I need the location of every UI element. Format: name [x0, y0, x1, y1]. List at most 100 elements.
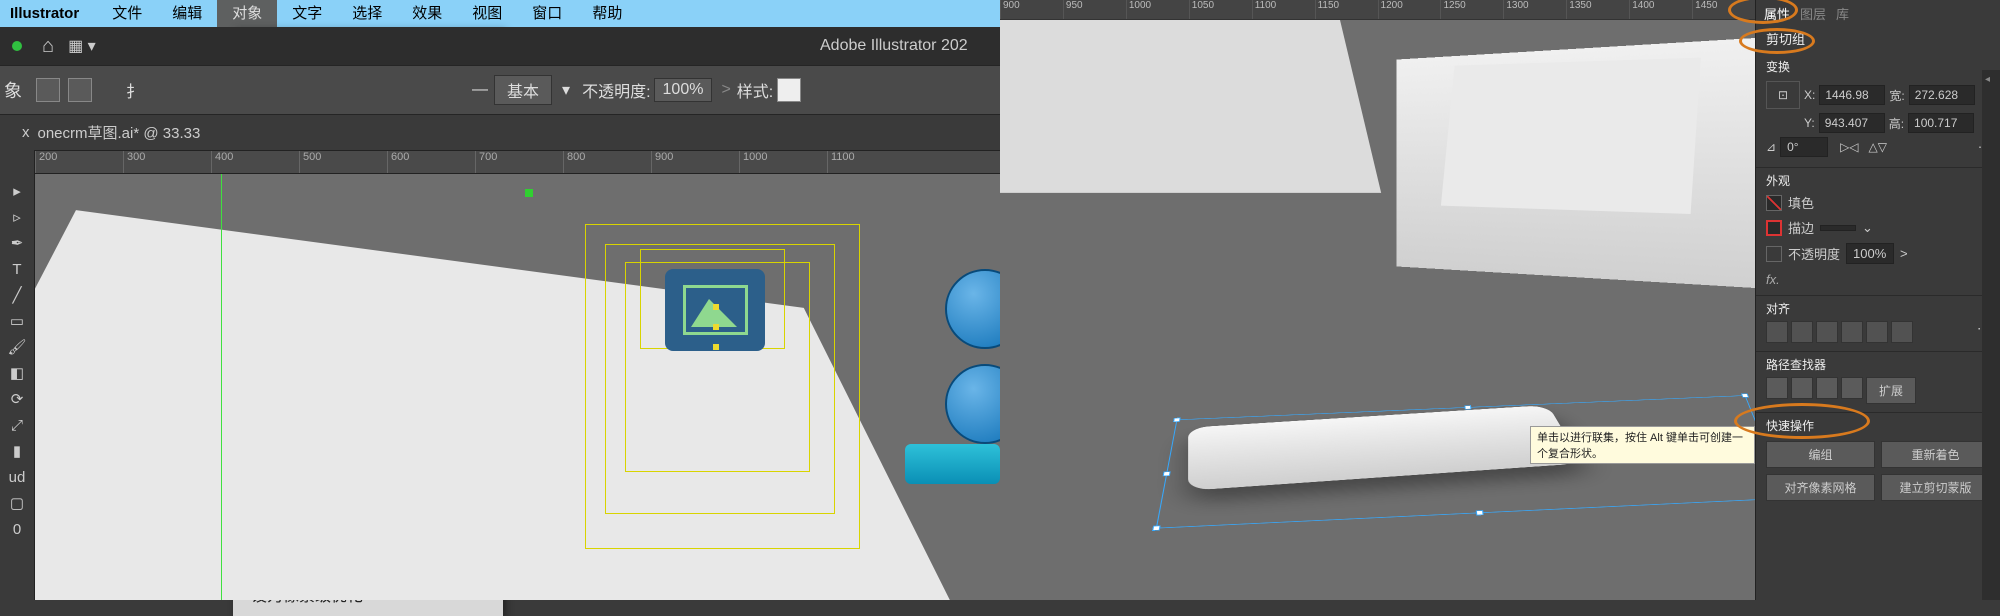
ruler-horizontal-left[interactable]: 20030040050060070080090010001100	[35, 150, 1000, 174]
zoom-tool[interactable]: 0	[5, 518, 29, 542]
w-field[interactable]: 272.628	[1909, 85, 1975, 105]
menu-view[interactable]: 视图	[457, 0, 517, 27]
pixel-align-button[interactable]: 对齐像素网格	[1766, 474, 1875, 501]
selection-handle[interactable]	[713, 324, 719, 330]
menu-type[interactable]: 文字	[277, 0, 337, 27]
align-right-icon[interactable]	[1816, 321, 1838, 343]
flip-h-icon[interactable]: ▷◁	[1840, 140, 1858, 154]
style-label: 样式:	[737, 78, 773, 102]
section-heading: 快速操作	[1766, 417, 1990, 434]
align-hcenter-icon[interactable]	[1791, 321, 1813, 343]
window-chrome: ⌂ ▦ ▾ Adobe Illustrator 202	[0, 27, 1000, 65]
align-bottom-icon[interactable]	[1891, 321, 1913, 343]
menu-edit[interactable]: 编辑	[157, 0, 217, 27]
selection-handle[interactable]	[1476, 510, 1484, 515]
h-field[interactable]: 100.717	[1908, 113, 1974, 133]
selection-handle[interactable]	[713, 304, 719, 310]
menu-window[interactable]: 窗口	[517, 0, 577, 27]
opacity-label: 不透明度:	[582, 78, 650, 102]
gradient-tool[interactable]: ▮	[5, 440, 29, 464]
opacity-swatch-icon[interactable]	[1766, 246, 1782, 262]
pathfinder-intersect-icon[interactable]	[1816, 377, 1838, 399]
pathfinder-exclude-icon[interactable]	[1841, 377, 1863, 399]
tab-layers[interactable]: 图层	[1800, 4, 1826, 23]
rectangle-tool[interactable]: ▭	[5, 310, 29, 334]
close-tab-icon[interactable]: x	[22, 124, 30, 141]
opacity-value[interactable]: 100%	[654, 78, 713, 102]
make-clipping-mask-button[interactable]: 建立剪切蒙版	[1881, 474, 1990, 501]
menu-file[interactable]: 文件	[97, 0, 157, 27]
type-tool[interactable]: T	[5, 258, 29, 282]
char-a-label: 象	[4, 77, 22, 103]
brush-tool[interactable]: 🖌	[5, 336, 29, 360]
line-tool[interactable]: ╱	[5, 284, 29, 308]
tab-properties[interactable]: 属性	[1764, 4, 1790, 23]
anchor-point[interactable]	[525, 189, 533, 197]
group-button[interactable]: 编组	[1766, 441, 1875, 468]
rotate-tool[interactable]: ⟳	[5, 388, 29, 412]
pathfinder-unite-icon[interactable]	[1766, 377, 1788, 399]
selection-handle[interactable]	[1152, 525, 1161, 530]
traffic-light-green[interactable]	[12, 41, 22, 51]
y-field[interactable]: 943.407	[1819, 113, 1885, 133]
fx-label[interactable]: fx.	[1766, 272, 1990, 287]
eyedropper-tool[interactable]: ud	[5, 466, 29, 490]
selection-handle[interactable]	[1741, 393, 1749, 397]
fill-label: 填色	[1788, 193, 1814, 212]
pen-tool[interactable]: ✒	[5, 232, 29, 256]
opacity-label: 不透明度	[1788, 244, 1840, 263]
eraser-tool[interactable]: ◧	[5, 362, 29, 386]
align-left-icon[interactable]	[1766, 321, 1788, 343]
tools-panel: ▸ ▹ ✒ T ╱ ▭ 🖌 ◧ ⟳ ⤢ ▮ ud ▢ 0	[0, 150, 35, 600]
fill-swatch[interactable]	[1766, 195, 1782, 211]
selection-handle[interactable]	[1173, 418, 1181, 422]
reference-point-icon[interactable]: ⊡	[1766, 81, 1800, 109]
menu-help[interactable]: 帮助	[577, 0, 637, 27]
selection-handle[interactable]	[713, 344, 719, 350]
panel-tabs: 属性 图层 库	[1756, 0, 2000, 23]
scale-tool[interactable]: ⤢	[5, 414, 29, 438]
pathfinder-section: 路径查找器 扩展	[1756, 352, 2000, 413]
opacity-field[interactable]: 100%	[1846, 243, 1894, 264]
selection-handle[interactable]	[1464, 405, 1471, 409]
expand-button[interactable]: 扩展	[1866, 377, 1916, 404]
canvas-left[interactable]	[35, 174, 1000, 600]
fillstroke-icon[interactable]	[68, 78, 92, 102]
collapse-icon[interactable]: ◂	[1982, 74, 1993, 85]
stroke-weight-field[interactable]	[1820, 225, 1856, 231]
menu-object[interactable]: 对象	[217, 0, 277, 27]
rotate-field[interactable]: 0°	[1780, 137, 1828, 157]
blue-sphere	[945, 364, 1000, 444]
x-label: X:	[1804, 88, 1815, 102]
style-swatch[interactable]	[777, 78, 801, 102]
noswatch-icon[interactable]	[36, 78, 60, 102]
menu-select[interactable]: 选择	[337, 0, 397, 27]
pathfinder-minus-front-icon[interactable]	[1791, 377, 1813, 399]
align-top-icon[interactable]	[1841, 321, 1863, 343]
home-icon[interactable]: ⌂	[42, 35, 54, 58]
selection-tool[interactable]: ▸	[5, 180, 29, 204]
menu-effect[interactable]: 效果	[397, 0, 457, 27]
stroke-swatch[interactable]	[1766, 220, 1782, 236]
transform-section: 变换 ⊡ X:1446.98 宽:272.628 Y:943.407 高:100…	[1756, 54, 2000, 168]
document-tab-label[interactable]: onecrm草图.ai* @ 33.33	[38, 122, 201, 143]
x-field[interactable]: 1446.98	[1819, 85, 1885, 105]
canvas-right-3d[interactable]: 9009501000105011001150120012501300135014…	[1000, 0, 1755, 600]
dash-label: —	[472, 81, 488, 99]
stroke-profile[interactable]: 基本	[494, 75, 552, 105]
ruler-horizontal-right[interactable]: 9009501000105011001150120012501300135014…	[1000, 0, 1755, 20]
stroke-weight-dropdown[interactable]: ⌄	[1862, 220, 1873, 236]
section-heading: 对齐	[1766, 300, 1990, 317]
section-heading: 路径查找器	[1766, 356, 1990, 373]
guide-vertical[interactable]	[221, 174, 222, 600]
direct-select-tool[interactable]: ▹	[5, 206, 29, 230]
selection-handle[interactable]	[1163, 471, 1171, 476]
layout-icon[interactable]: ▦ ▾	[68, 36, 96, 56]
align-vcenter-icon[interactable]	[1866, 321, 1888, 343]
properties-panel: 属性 图层 库 剪切组 变换 ⊡ X:1446.98 宽:272.628 Y:9…	[1755, 0, 2000, 600]
flip-v-icon[interactable]: △▽	[1869, 140, 1887, 154]
tab-libraries[interactable]: 库	[1836, 4, 1849, 23]
artboard-tool[interactable]: ▢	[5, 492, 29, 516]
section-heading: 外观	[1766, 172, 1990, 189]
recolor-button[interactable]: 重新着色	[1881, 441, 1990, 468]
